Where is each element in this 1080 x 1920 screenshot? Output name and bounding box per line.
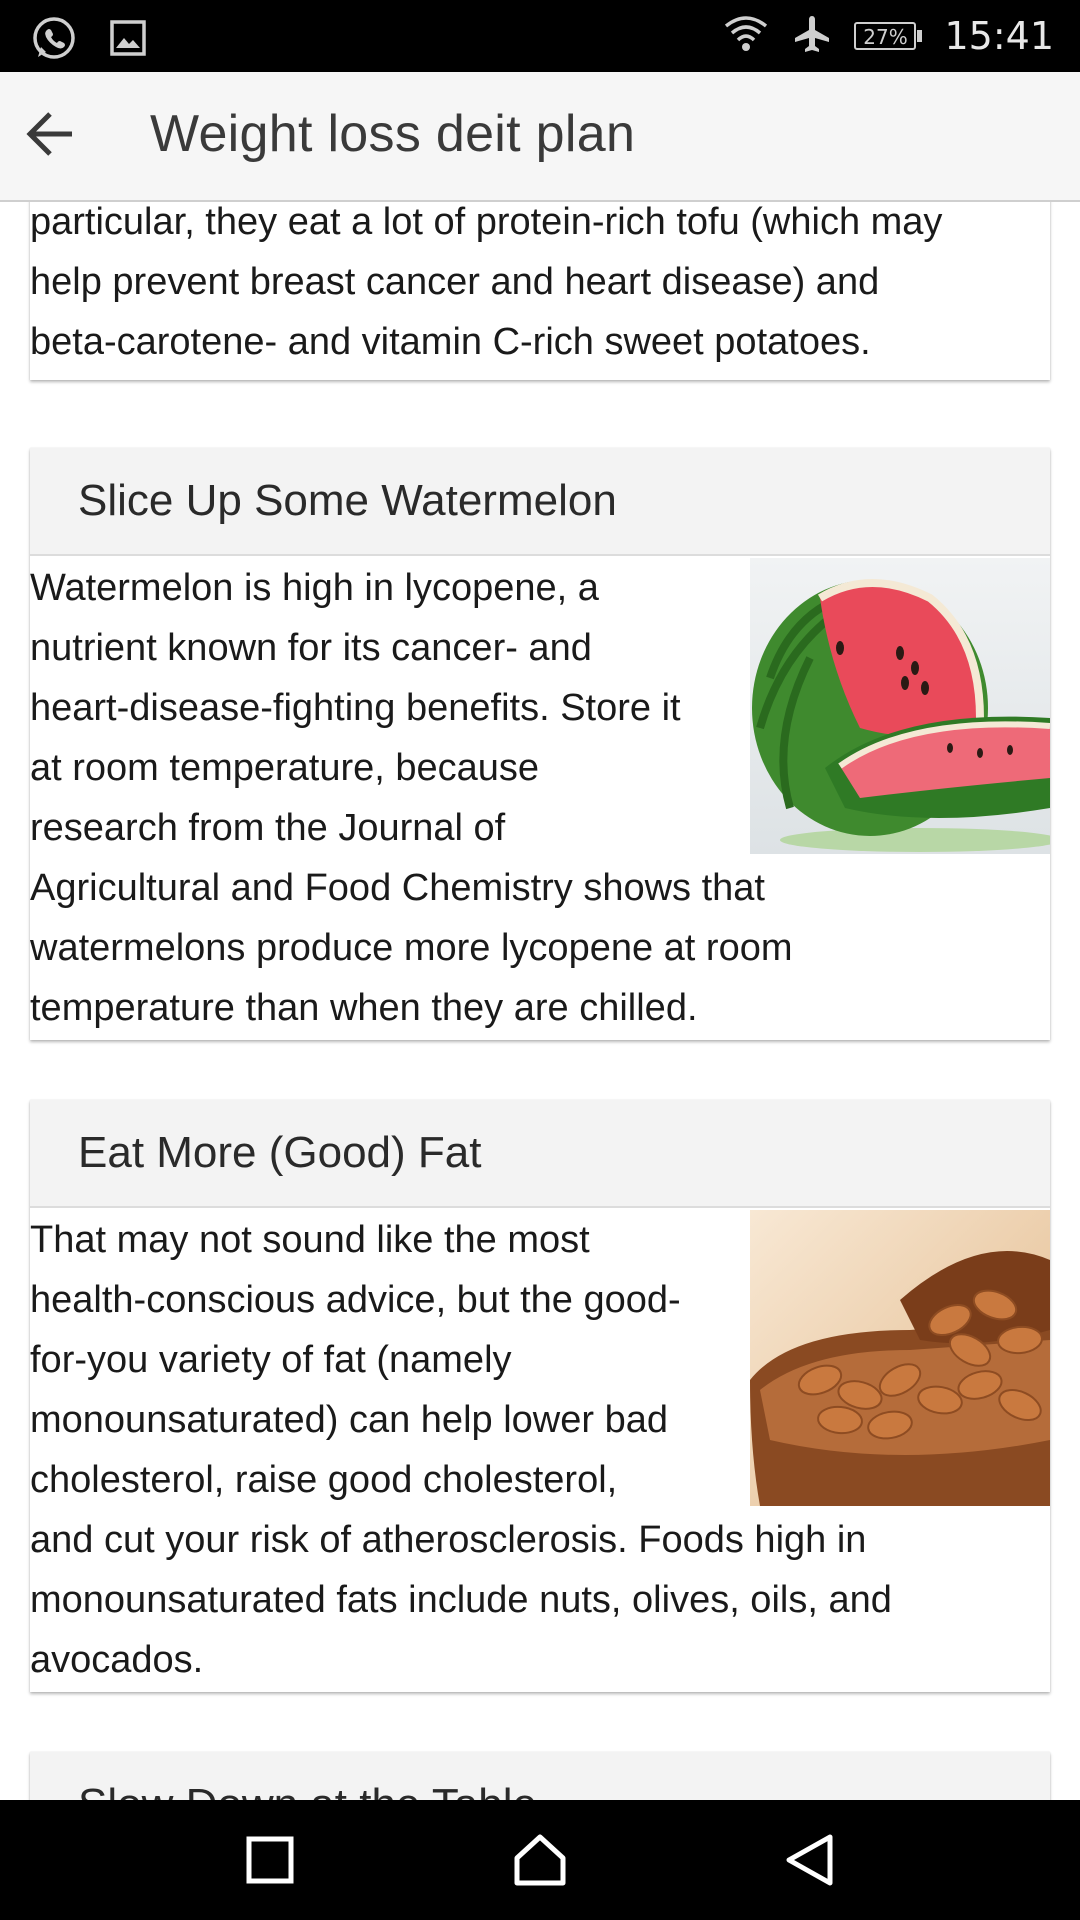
triangle-back-icon: [786, 1834, 833, 1886]
battery-indicator: 27%: [854, 22, 923, 50]
card-body: Watermelon is high in lycopene, a nutrie…: [30, 556, 1060, 1046]
status-right-icons: 27% 15:41: [722, 10, 1054, 62]
battery-tip: [917, 30, 923, 42]
card-body: particular, they eat a lot of protein-ri…: [30, 202, 1050, 380]
article-card: particular, they eat a lot of protein-ri…: [30, 202, 1050, 380]
card-text-line: watermelons produce more lycopene at roo…: [30, 927, 793, 969]
card-text-line: help prevent breast cancer and heart dis…: [30, 261, 880, 303]
square-icon: [246, 1836, 294, 1884]
card-text-line: monounsaturated fats include nuts, olive…: [30, 1579, 892, 1621]
wifi-icon: [722, 14, 770, 59]
scroll-content[interactable]: particular, they eat a lot of protein-ri…: [0, 202, 1080, 1800]
home-button[interactable]: [508, 1828, 572, 1892]
status-bar: 27% 15:41: [0, 0, 1080, 72]
card-text-line: particular, they eat a lot of protein-ri…: [30, 202, 943, 243]
card-text-line: and cut your risk of atherosclerosis. Fo…: [30, 1519, 867, 1561]
whatsapp-icon: [30, 14, 78, 67]
card-text-line: beta-carotene- and vitamin C-rich sweet …: [30, 321, 871, 363]
watermelon-image: [750, 558, 1060, 854]
battery-body: 27%: [854, 22, 917, 50]
article-card: Slow Down at the Table: [30, 1752, 1050, 1800]
status-left-icons: [30, 14, 148, 67]
card-text-line: temperature than when they are chilled.: [30, 987, 698, 1029]
article-card: Eat More (Good) Fat That may not sound l…: [30, 1100, 1050, 1692]
app-bar: Weight loss deit plan: [0, 72, 1080, 202]
page-title: Weight loss deit plan: [150, 105, 636, 163]
back-button[interactable]: [18, 102, 82, 166]
battery-percent: 27%: [863, 25, 908, 49]
image-icon: [108, 18, 148, 63]
card-text-line: Agricultural and Food Chemistry shows th…: [30, 867, 765, 909]
card-title: Slice Up Some Watermelon: [30, 448, 1050, 556]
airplane-mode-icon: [792, 14, 832, 59]
card-text-line: avocados.: [30, 1639, 204, 1681]
recents-button[interactable]: [238, 1828, 302, 1892]
navigation-bar: [0, 1800, 1080, 1920]
home-icon: [514, 1834, 566, 1886]
card-body: That may not sound like the most health-…: [30, 1208, 1050, 1698]
almonds-image: [750, 1210, 1050, 1506]
article-card: Slice Up Some Watermelon Watermelon is h…: [30, 448, 1060, 1040]
card-title: Eat More (Good) Fat: [30, 1100, 1050, 1208]
status-clock: 15:41: [944, 14, 1054, 58]
arrow-left-icon: [26, 112, 72, 156]
card-title: Slow Down at the Table: [30, 1752, 1050, 1800]
back-nav-button[interactable]: [778, 1828, 842, 1892]
